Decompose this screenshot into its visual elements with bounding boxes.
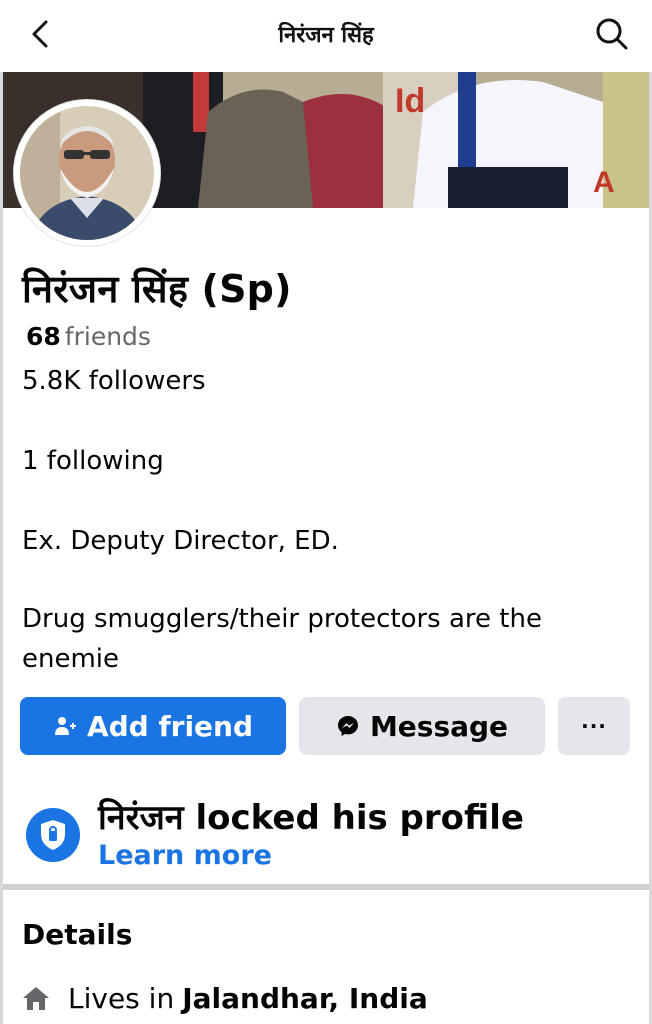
locked-profile-text: निरंजन locked his profile — [98, 798, 524, 838]
details-heading: Details — [22, 918, 133, 951]
search-icon — [596, 18, 628, 50]
search-button[interactable] — [592, 14, 632, 54]
profile-name: निरंजन सिंह (Sp) — [22, 267, 292, 311]
bio-line-2: Drug smugglers/their protectors are the — [22, 604, 542, 634]
top-bar: निरंजन सिंह — [0, 0, 652, 72]
friends-number: 68 — [26, 322, 61, 351]
page-title: निरंजन सिंह — [278, 23, 374, 48]
friends-label: friends — [64, 322, 151, 351]
following-count[interactable]: 1 following — [22, 446, 164, 476]
more-options-button[interactable]: ··· — [558, 697, 630, 755]
add-friend-button[interactable]: Add friend — [20, 697, 286, 755]
add-friend-icon — [54, 717, 76, 735]
more-icon: ··· — [581, 714, 607, 738]
lives-in-row: Lives in Jalandhar, India — [22, 980, 428, 1016]
section-divider — [3, 884, 649, 890]
add-friend-label: Add friend — [86, 709, 254, 743]
friends-count[interactable]: 68 friends — [26, 322, 151, 351]
learn-more-link[interactable]: Learn more — [98, 840, 272, 871]
bio-line-1: Ex. Deputy Director, ED. — [22, 526, 339, 556]
shield-lock-icon — [41, 820, 65, 850]
svg-text:Id: Id — [395, 82, 425, 120]
message-label: Message — [369, 709, 509, 743]
messenger-icon — [337, 716, 358, 736]
svg-text:A: A — [593, 166, 615, 199]
followers-count[interactable]: 5.8K followers — [22, 366, 206, 396]
locked-profile-badge — [26, 808, 80, 862]
message-button[interactable]: Message — [299, 697, 545, 755]
lives-in-place[interactable]: Jalandhar, India — [182, 982, 428, 1015]
home-icon — [23, 987, 49, 1010]
bio-line-3: enemie — [22, 644, 120, 674]
profile-avatar[interactable] — [14, 100, 160, 246]
lives-in-label: Lives in — [68, 981, 175, 1015]
avatar — [20, 106, 154, 240]
